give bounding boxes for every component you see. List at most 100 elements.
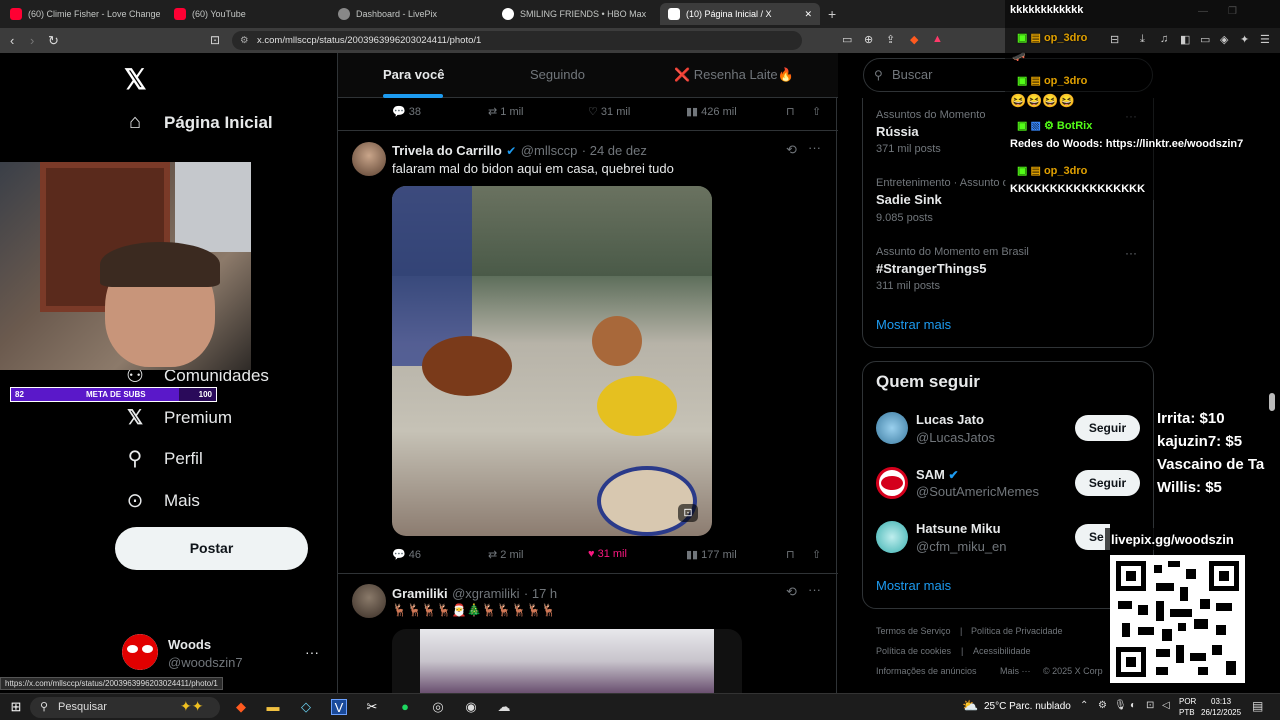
nav-home[interactable]: ⌂ Página Inicial (124, 111, 273, 134)
footer-ads-info[interactable]: Informações de anúncios (876, 666, 977, 676)
spotify-icon[interactable]: ● (397, 699, 413, 715)
avatar[interactable] (352, 584, 386, 618)
tab-for-you[interactable]: Para você (383, 67, 444, 82)
brave-icon[interactable]: ◆ (233, 699, 249, 715)
alt-edit-icon[interactable]: ⊡ (678, 504, 698, 522)
like-button[interactable]: ♥ 31 mil (588, 548, 627, 560)
repost-button[interactable]: ⇄ 1 mil (488, 105, 524, 118)
trend-more-icon[interactable]: ··· (1125, 246, 1137, 260)
follow-name[interactable]: Hatsune Miku (916, 521, 1001, 536)
bookmark-icon[interactable]: ⊓ (786, 105, 795, 118)
volume-icon[interactable]: ◁ (1162, 700, 1170, 711)
author-name[interactable]: Trivela do Carrillo (392, 143, 502, 158)
tweet-photo[interactable]: ⊡ (392, 186, 712, 536)
capcut-icon[interactable]: ✂ (364, 699, 380, 715)
notification-icon[interactable]: ▤ (1252, 699, 1263, 713)
browser-tab[interactable]: Dashboard - LivePix (338, 3, 488, 25)
wallet-icon[interactable]: ▭ (1200, 33, 1210, 46)
tray-icon[interactable]: ⚙ (1098, 700, 1107, 711)
author-handle[interactable]: @mllsccp (521, 143, 578, 158)
trend-title[interactable]: Sadie Sink (876, 192, 942, 207)
trend-title[interactable]: Rússia (876, 124, 919, 139)
sidebar-icon[interactable]: ◧ (1180, 33, 1190, 46)
account-menu-icon[interactable]: ··· (305, 644, 319, 660)
follow-button[interactable]: Seguir (1075, 415, 1140, 441)
browser-tab[interactable]: (60) Climie Fisher - Love Changes Ev (10, 3, 160, 25)
url-field[interactable]: ⚙ x.com/mllsccp/status/20039639962030244… (232, 31, 802, 50)
account-avatar[interactable] (122, 634, 158, 670)
bookmark-icon[interactable]: ⊓ (786, 548, 795, 561)
avatar[interactable] (876, 521, 908, 553)
author-handle[interactable]: @xgramiliki (452, 586, 519, 601)
follow-button[interactable]: Seguir (1075, 470, 1140, 496)
more-icon[interactable]: ··· (808, 582, 821, 597)
network-icon[interactable]: ⊡ (1146, 700, 1154, 711)
more-icon[interactable]: ··· (808, 140, 821, 155)
zoom-icon[interactable]: ⊕ (864, 33, 873, 46)
close-tab-icon[interactable]: ✕ (804, 9, 812, 20)
app-icon[interactable]: ☁ (496, 699, 512, 715)
avatar[interactable] (876, 467, 908, 499)
show-more-follow[interactable]: Mostrar mais (876, 578, 951, 593)
share-icon[interactable]: ⇧ (812, 548, 821, 561)
forward-icon[interactable]: › (30, 33, 34, 48)
nav-premium[interactable]: 𝕏 Premium (124, 405, 232, 430)
nav-profile[interactable]: ⚲ Perfil (124, 446, 203, 471)
footer-accessibility[interactable]: Acessibilidade (973, 646, 1031, 656)
trend-title[interactable]: #StrangerThings5 (876, 261, 987, 276)
extension-icon[interactable]: ⊟ (1110, 33, 1119, 46)
menu-icon[interactable]: ☰ (1260, 33, 1270, 46)
tab-list-resenha[interactable]: ❌ Resenha Laite🔥 (674, 67, 794, 83)
grok-icon[interactable]: ⟲ (786, 584, 797, 600)
keyboard-layout[interactable]: PTB (1179, 708, 1195, 717)
language-indicator[interactable]: POR (1179, 697, 1196, 706)
tray-icon[interactable]: ◐ (1130, 700, 1136, 711)
repost-button[interactable]: ⇄ 2 mil (488, 548, 524, 561)
tab-following[interactable]: Seguindo (530, 67, 585, 82)
like-button[interactable]: ♡ 31 mil (588, 105, 630, 118)
scrollbar-thumb[interactable] (1269, 393, 1275, 411)
music-icon[interactable]: ♫ (1160, 33, 1168, 45)
show-more-trends[interactable]: Mostrar mais (876, 317, 951, 332)
post-button[interactable]: Postar (115, 527, 308, 570)
footer-terms[interactable]: Termos de Serviço (876, 626, 951, 636)
bookmark-icon[interactable]: ⊡ (210, 33, 220, 47)
app-icon[interactable]: ◇ (298, 699, 314, 715)
back-icon[interactable]: ‹ (10, 33, 14, 48)
grok-icon[interactable]: ⟲ (786, 142, 797, 158)
brave-rewards-icon[interactable]: ▲ (932, 33, 943, 45)
app-icon[interactable]: ◉ (463, 699, 479, 715)
views-button[interactable]: ▮▮ 426 mil (686, 105, 737, 118)
share-icon[interactable]: ⇧ (812, 105, 821, 118)
cast-icon[interactable]: ▭ (842, 33, 852, 46)
taskbar-search[interactable]: ⚲ Pesquisar ✦✦ (30, 697, 220, 718)
new-tab-icon[interactable]: + (828, 6, 836, 22)
footer-more[interactable]: Mais ··· (1000, 666, 1031, 676)
tweet-time[interactable]: · 17 h (524, 586, 557, 601)
x-logo-icon[interactable]: 𝕏 (124, 63, 147, 96)
follow-name[interactable]: Lucas Jato (916, 412, 984, 427)
follow-name[interactable]: SAM (916, 467, 945, 482)
avatar[interactable] (876, 412, 908, 444)
weather-text[interactable]: 25°C Parc. nublado (984, 701, 1071, 712)
browser-tab[interactable]: (60) YouTube (174, 3, 324, 25)
download-icon[interactable]: ⤓ (1140, 33, 1145, 46)
site-info-icon[interactable]: ⚙ (240, 31, 249, 50)
footer-privacy[interactable]: Política de Privacidade (971, 626, 1063, 636)
reload-icon[interactable]: ↻ (48, 33, 59, 49)
browser-tab-active[interactable]: (10) Página Inicial / X ✕ (660, 3, 820, 25)
views-button[interactable]: ▮▮ 177 mil (686, 548, 737, 561)
mic-icon[interactable]: 🎙 (1114, 700, 1127, 711)
vscode-icon[interactable]: V (331, 699, 347, 715)
leo-icon[interactable]: ✦ (1240, 33, 1249, 46)
obs-icon[interactable]: ◎ (430, 699, 446, 715)
share-icon[interactable]: ⇪ (886, 33, 895, 46)
brave-shield-icon[interactable]: ◆ (910, 33, 918, 46)
reply-button[interactable]: 💬 38 (392, 105, 421, 118)
vpn-icon[interactable]: ◈ (1220, 33, 1228, 46)
clock-time[interactable]: 03:13 (1211, 697, 1231, 706)
file-explorer-icon[interactable]: ▬ (265, 699, 281, 715)
footer-cookies[interactable]: Política de cookies (876, 646, 951, 656)
reply-button[interactable]: 💬 46 (392, 548, 421, 561)
nav-more[interactable]: ⊙ Mais (124, 488, 200, 513)
